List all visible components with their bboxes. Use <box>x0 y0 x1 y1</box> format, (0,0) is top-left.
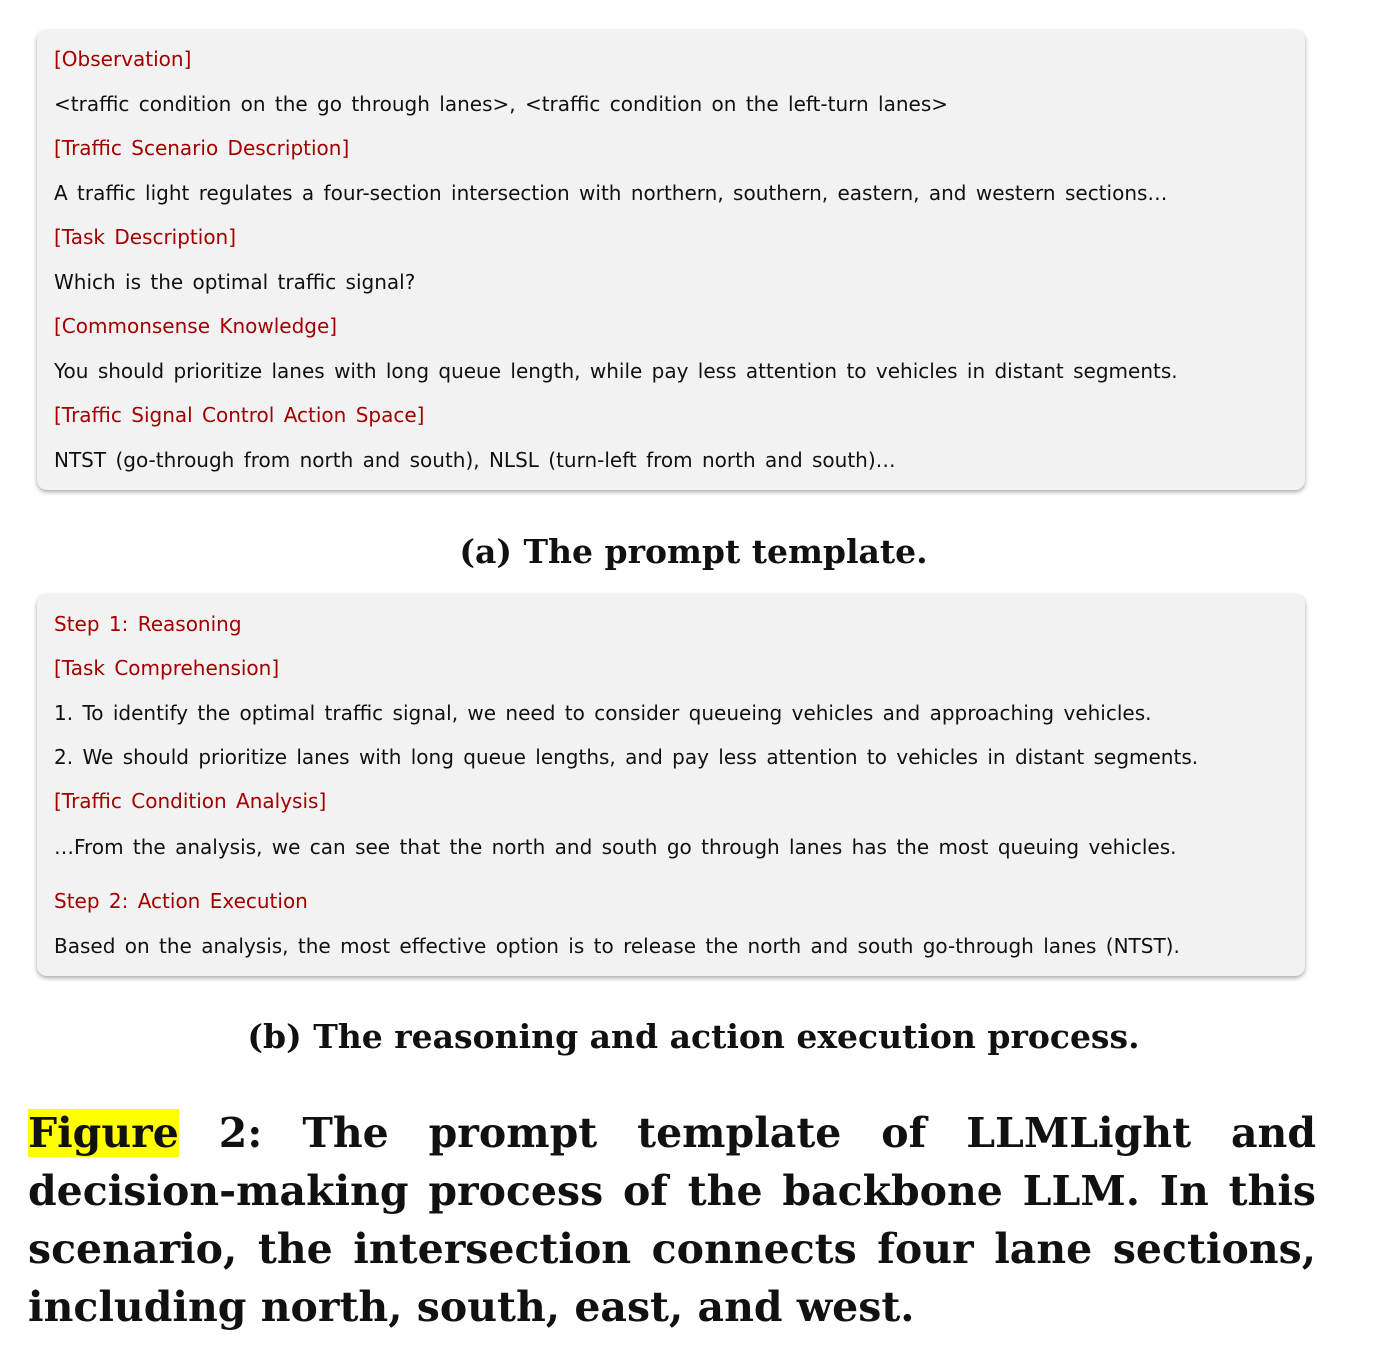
figure-caption: Figure 2: The prompt template of LLMLigh… <box>28 1104 1316 1336</box>
section-heading: [Traffic Signal Control Action Space] <box>54 403 425 427</box>
prompt-template-panel: [Observation] <traffic condition on the g… <box>37 30 1305 490</box>
text-line: NTST (go-through from north and south), … <box>54 448 896 472</box>
text-line: <traffic condition on the go through lan… <box>54 92 949 116</box>
panel-a-caption: (a) The prompt template. <box>459 532 928 571</box>
section-heading: [Task Description] <box>54 225 237 249</box>
text-line: 2. We should prioritize lanes with long … <box>54 745 1199 769</box>
text-line: Which is the optimal traffic signal? <box>54 270 416 294</box>
panel-b-caption: (b) The reasoning and action execution p… <box>247 1017 1140 1056</box>
section-heading: [Traffic Condition Analysis] <box>54 789 327 813</box>
figure-label: Figure <box>28 1109 179 1157</box>
figure-caption-text: 2: The prompt template of LLMLight and d… <box>28 1109 1316 1331</box>
text-line: A traffic light regulates a four-section… <box>54 181 1168 205</box>
section-heading: [Commonsense Knowledge] <box>54 314 338 338</box>
section-heading: [Traffic Scenario Description] <box>54 136 350 160</box>
section-heading: Step 2: Action Execution <box>54 889 308 913</box>
section-heading: [Observation] <box>54 47 192 71</box>
text-line: You should prioritize lanes with long qu… <box>54 359 1178 383</box>
reasoning-panel: Step 1: Reasoning [Task Comprehension] 1. … <box>37 594 1305 976</box>
text-line: …From the analysis, we can see that the … <box>54 835 1177 859</box>
text-line: Based on the analysis, the most effectiv… <box>54 934 1180 958</box>
section-heading: Step 1: Reasoning <box>54 612 242 636</box>
section-heading: [Task Comprehension] <box>54 656 280 680</box>
text-line: 1. To identify the optimal traffic signa… <box>54 701 1152 725</box>
